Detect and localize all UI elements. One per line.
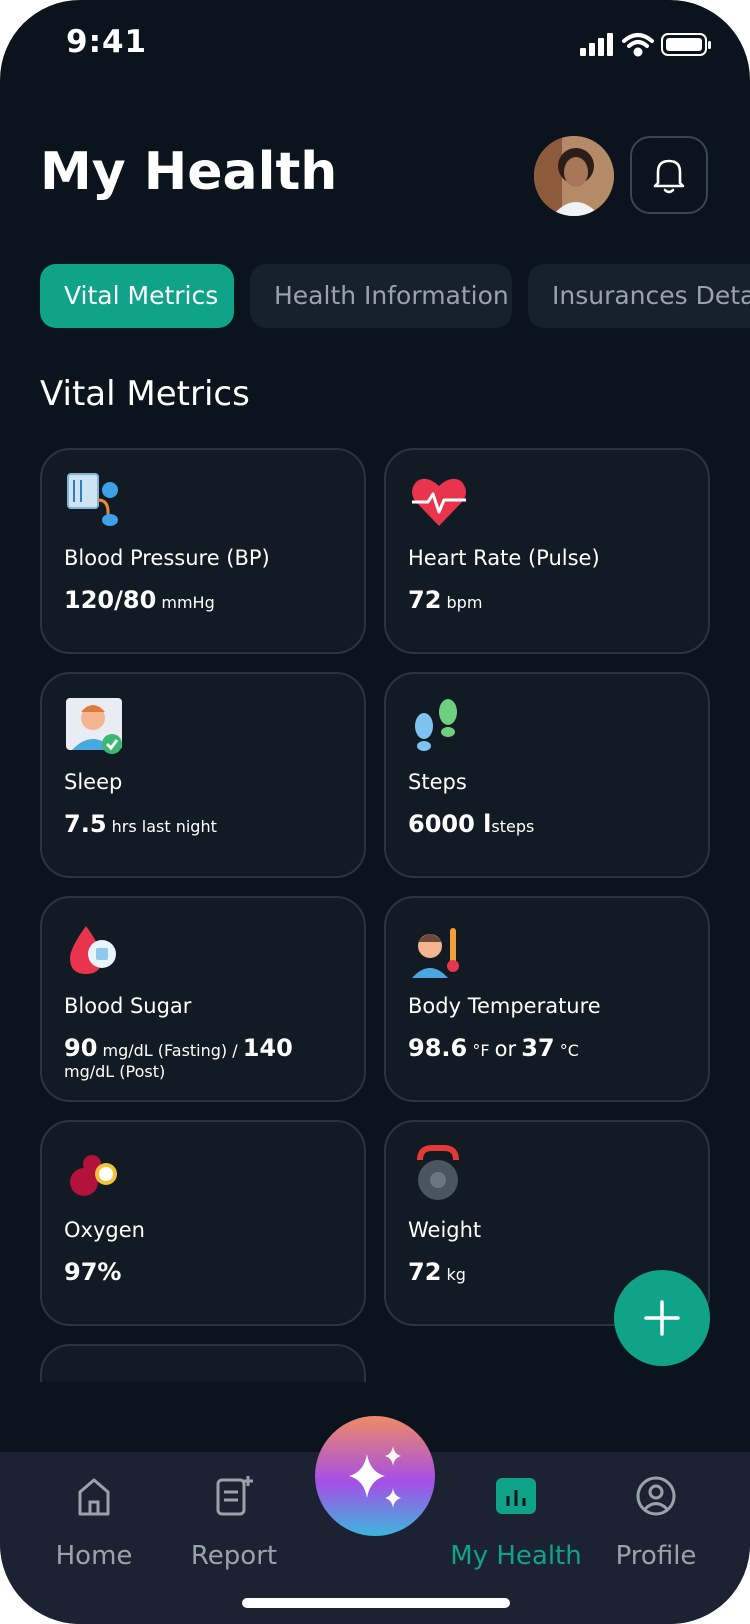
nav-my-health[interactable]: My Health xyxy=(446,1472,586,1571)
status-time: 9:41 xyxy=(66,24,148,60)
metric-value: 7.5 xyxy=(64,810,107,838)
metric-unit: kg xyxy=(446,1265,466,1284)
plus-icon xyxy=(644,1300,680,1336)
card-label: Sleep xyxy=(64,770,123,794)
card-value: 6000 lsteps xyxy=(408,812,688,837)
metric-unit-2: °C xyxy=(559,1041,579,1060)
section-title: Vital Metrics xyxy=(40,374,250,414)
card-body-temperature[interactable]: Body Temperature 98.6 °F or 37 °C xyxy=(384,896,710,1102)
weight-icon xyxy=(417,1145,459,1200)
nav-home[interactable]: Home xyxy=(24,1472,164,1571)
card-steps[interactable]: Steps 6000 lsteps xyxy=(384,672,710,878)
card-value: 98.6 °F or 37 °C xyxy=(408,1036,688,1061)
metric-unit: hrs last night xyxy=(111,817,217,836)
sleep-icon xyxy=(66,698,122,754)
card-label: Blood Sugar xyxy=(64,994,192,1018)
card-value: 120/80 mmHg xyxy=(64,588,344,613)
bell-icon xyxy=(653,159,685,194)
metric-value: 90 xyxy=(64,1034,98,1062)
nav-my-health-label: My Health xyxy=(450,1541,582,1571)
moon-icon xyxy=(64,1368,126,1382)
wifi-icon xyxy=(622,33,654,57)
metric-unit: mg/dL (Fasting) / xyxy=(102,1041,238,1060)
card-blood-pressure[interactable]: Blood Pressure (BP) 120/80 mmHg xyxy=(40,448,366,654)
card-label: Heart Rate (Pulse) xyxy=(408,546,600,570)
tab-vital-metrics[interactable]: Vital Metrics xyxy=(40,264,234,328)
add-button[interactable] xyxy=(614,1270,710,1366)
card-value: 97% xyxy=(64,1260,344,1285)
card-value: 7.5 hrs last night xyxy=(64,812,344,837)
card-sleep[interactable]: Sleep 7.5 hrs last night xyxy=(40,672,366,878)
card-value: 90 mg/dL (Fasting) / 140 mg/dL (Post) xyxy=(64,1036,344,1082)
card-value: 72 bpm xyxy=(408,588,688,613)
metric-value: 97% xyxy=(64,1258,122,1286)
steps-icon xyxy=(415,699,457,751)
metric-unit: °F xyxy=(472,1041,490,1060)
oxygen-icon xyxy=(70,1155,117,1196)
nav-report[interactable]: Report xyxy=(164,1472,304,1571)
metric-value: 72 xyxy=(408,1258,442,1286)
nav-profile[interactable]: Profile xyxy=(586,1472,726,1571)
tab-insurances-details[interactable]: Insurances Details xyxy=(528,264,750,328)
ai-assistant-button[interactable] xyxy=(315,1416,435,1536)
status-bar: 9:41 xyxy=(0,0,750,90)
heart-rate-icon xyxy=(412,478,466,526)
avatar-photo xyxy=(534,136,614,216)
profile-icon xyxy=(636,1476,676,1516)
blood-sugar-icon xyxy=(70,926,116,974)
metrics-grid: Blood Pressure (BP) 120/80 mmHg Heart Ra… xyxy=(40,448,710,1382)
home-icon xyxy=(78,1478,110,1516)
metric-unit: mmHg xyxy=(161,593,215,612)
report-icon xyxy=(216,1476,253,1516)
metric-value: 120/80 xyxy=(64,586,157,614)
metric-value-2: 140 xyxy=(242,1034,293,1062)
blood-pressure-icon xyxy=(67,473,118,526)
notifications-button[interactable] xyxy=(630,136,708,214)
sparkle-icon xyxy=(349,1446,401,1508)
card-label: Oxygen xyxy=(64,1218,145,1242)
card-blood-sugar[interactable]: Blood Sugar 90 mg/dL (Fasting) / 140 mg/… xyxy=(40,896,366,1102)
nav-home-label: Home xyxy=(55,1541,133,1571)
avatar[interactable] xyxy=(534,136,614,216)
phone-screen: 9:41 My Health Vital Metrics Health Info… xyxy=(0,0,750,1624)
metric-connector: or xyxy=(494,1037,517,1061)
metric-unit-2: mg/dL (Post) xyxy=(64,1062,166,1081)
body-temperature-icon xyxy=(412,928,459,978)
home-indicator xyxy=(242,1598,510,1608)
metric-value-2: 37 xyxy=(521,1034,555,1062)
card-label: Steps xyxy=(408,770,467,794)
metric-unit: steps xyxy=(491,817,535,836)
page-title: My Health xyxy=(40,142,338,202)
metric-unit: bpm xyxy=(446,593,483,612)
metric-value: 98.6 xyxy=(408,1034,468,1062)
nav-profile-label: Profile xyxy=(615,1541,697,1571)
card-oxygen[interactable]: Oxygen 97% xyxy=(40,1120,366,1326)
my-health-icon xyxy=(496,1478,536,1514)
metric-value: 6000 l xyxy=(408,810,492,838)
status-icons xyxy=(580,33,711,57)
card-partial[interactable] xyxy=(40,1344,366,1382)
metric-value: 72 xyxy=(408,586,442,614)
battery-icon xyxy=(661,33,711,56)
signal-icon xyxy=(580,33,613,56)
card-label: Weight xyxy=(408,1218,482,1242)
card-label: Blood Pressure (BP) xyxy=(64,546,270,570)
tab-health-information[interactable]: Health Information xyxy=(250,264,512,328)
card-heart-rate[interactable]: Heart Rate (Pulse) 72 bpm xyxy=(384,448,710,654)
nav-report-label: Report xyxy=(190,1541,278,1571)
card-label: Body Temperature xyxy=(408,994,601,1018)
